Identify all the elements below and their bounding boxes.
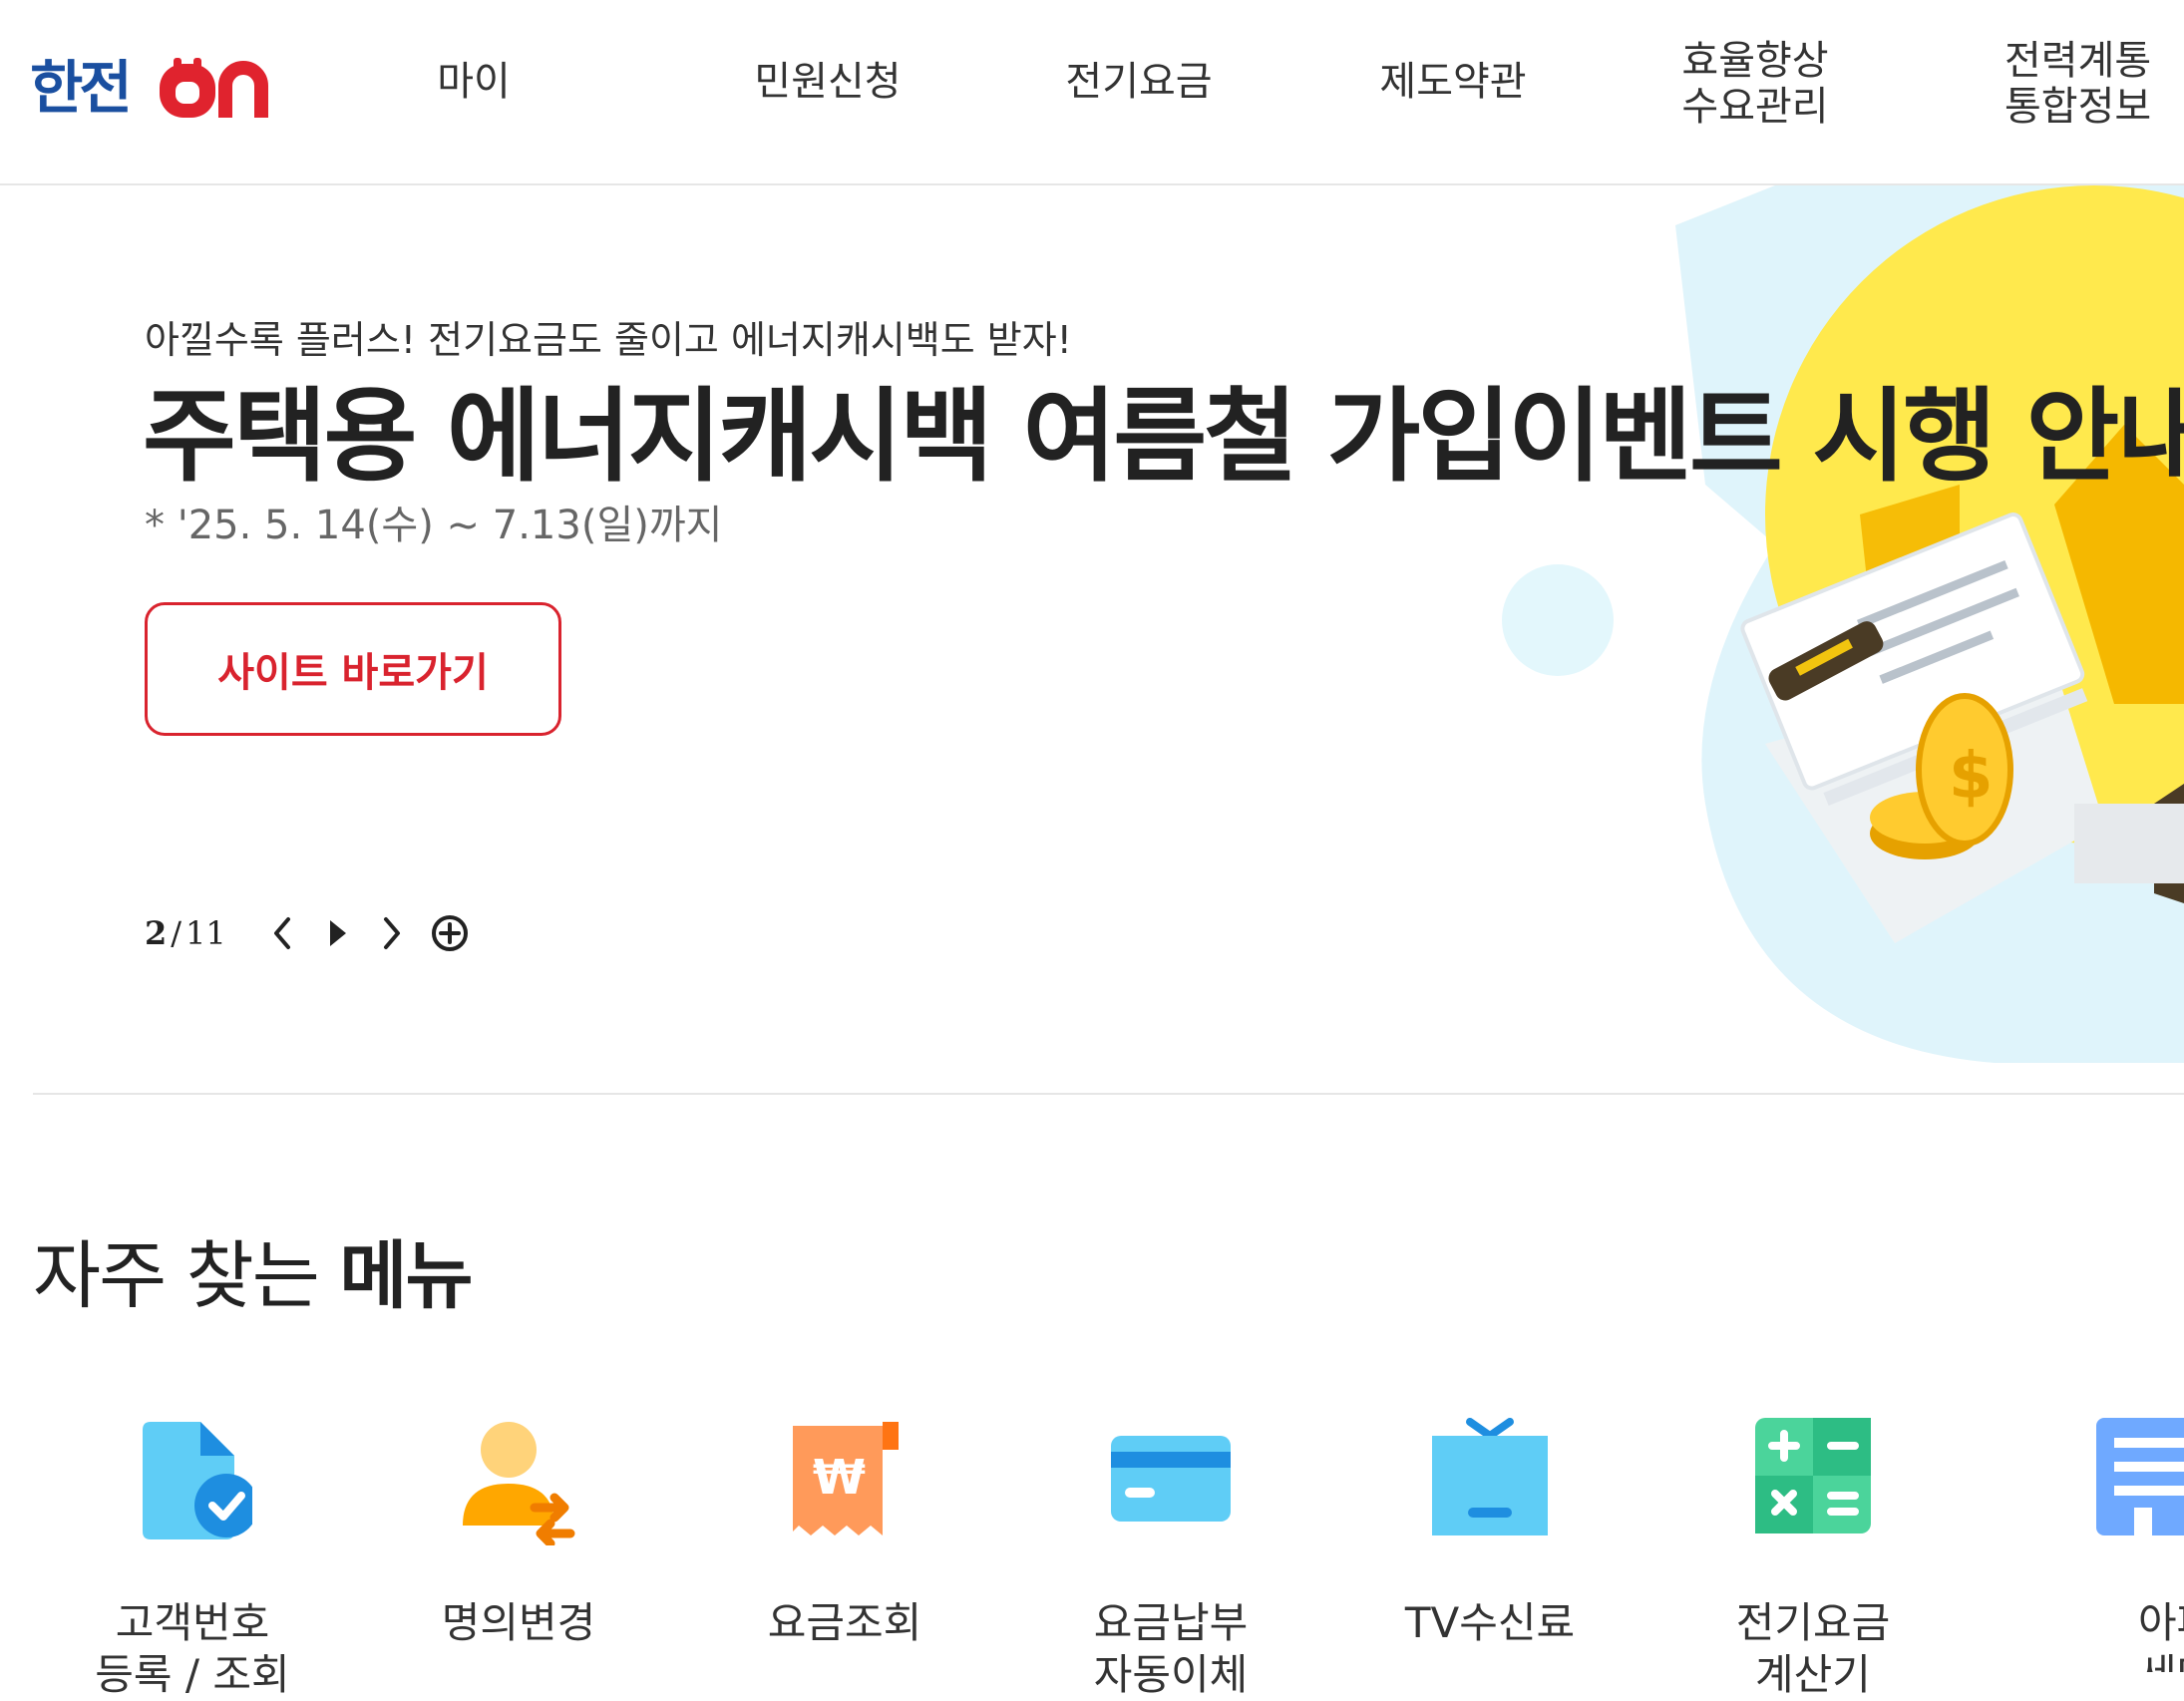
menu-name-change-label: 명의변경	[399, 1597, 638, 1649]
calculator-icon	[1755, 1418, 1871, 1533]
credit-card-icon	[1111, 1436, 1231, 1522]
svg-text:$: $	[1949, 740, 1994, 814]
carousel-current-page: 2	[145, 914, 168, 952]
go-to-site-label: 사이트 바로가기	[217, 650, 489, 696]
frequent-menu-title-plain: 자주 찾는	[33, 1233, 340, 1319]
menu-bill-calculator[interactable]: 전기요금 계산기	[1693, 1416, 1933, 1699]
carousel-next-button[interactable]	[364, 903, 418, 963]
menu-name-change[interactable]: 명의변경	[399, 1416, 638, 1672]
carousel-play-button[interactable]	[310, 903, 364, 963]
hero-carousel: $ 아낄수록 플러스! 전기요금도 줄이고 에너지캐시백도 받자! 주택용 에너…	[0, 185, 2184, 1093]
nav-my-label: 마이	[437, 59, 511, 105]
svg-text:한전: 한전	[30, 54, 129, 122]
nav-civil-service-label: 민원신청	[754, 59, 902, 105]
menu-label-line: 요금조회	[767, 1598, 922, 1647]
menu-auto-payment[interactable]: 요금납부 자동이체	[1051, 1416, 1290, 1699]
nav-policy-terms-label: 제도약관	[1379, 59, 1527, 105]
apartment-icon	[2096, 1418, 2184, 1535]
menu-bill-inquiry[interactable]: ₩ 요금조회	[725, 1416, 964, 1672]
hero-date: * '25. 5. 14(수) ~ 7.13(일)까지	[145, 503, 723, 548]
menu-label-line: 명의변경	[441, 1598, 596, 1647]
nav-my[interactable]: 마이	[414, 58, 534, 106]
carousel-prev-button[interactable]	[256, 903, 310, 963]
menu-apartment[interactable]: 아파트 세대도	[2036, 1416, 2184, 1672]
go-to-site-button[interactable]: 사이트 바로가기	[145, 602, 561, 736]
play-icon	[330, 920, 346, 946]
menu-label-line: 전기요금	[1735, 1598, 1891, 1647]
chevron-right-icon	[384, 917, 400, 949]
menu-label-line: 고객번호	[115, 1598, 270, 1647]
menu-customer-number-label: 고객번호 등록 / 조회	[73, 1597, 312, 1701]
menu-label-line: 아파트	[2138, 1598, 2184, 1647]
section-divider	[33, 1093, 2184, 1095]
menu-bill-calculator-label: 전기요금 계산기	[1693, 1597, 1933, 1701]
nav-efficiency-demand[interactable]: 효율향상 수요관리	[1665, 38, 1845, 130]
nav-efficiency-line2: 수요관리	[1681, 84, 1829, 130]
chevron-left-icon	[274, 917, 290, 949]
nav-policy-terms[interactable]: 제도약관	[1363, 58, 1543, 106]
carousel-total-pages: 11	[185, 914, 226, 952]
menu-label-line: 세대도	[2076, 1649, 2184, 1672]
kepco-on-logo[interactable]: 한전	[30, 52, 285, 122]
nav-grid-info-line1: 전력계통	[2004, 38, 2152, 84]
site-header: 한전 마이 민원신청 전기요금 제도약관 효율향상 수요관리 전력계통 통합정보	[0, 0, 2184, 185]
frequent-menu-title: 자주 찾는 메뉴	[33, 1216, 474, 1323]
carousel-page-indicator: 2 / 11	[145, 903, 226, 963]
won-receipt-icon: ₩	[793, 1422, 899, 1535]
nav-electric-bill-label: 전기요금	[1065, 59, 1213, 105]
menu-apartment-label: 아파트 세대도	[2076, 1597, 2184, 1672]
menu-label-line: 계산기	[1755, 1650, 1871, 1699]
menu-label-line: 등록 / 조회	[95, 1650, 290, 1699]
menu-customer-number[interactable]: 고객번호 등록 / 조회	[73, 1416, 312, 1699]
menu-bill-inquiry-label: 요금조회	[725, 1597, 964, 1649]
hero-title: 주택용 에너지캐시백 여름철 가입이벤트 시행 안내	[143, 378, 2184, 497]
nav-electric-bill[interactable]: 전기요금	[1049, 58, 1229, 106]
nav-grid-info[interactable]: 전력계통 통합정보	[2004, 38, 2184, 130]
logo-graphic: 한전	[30, 54, 268, 122]
document-check-icon	[143, 1422, 252, 1539]
nav-grid-info-line2: 통합정보	[2004, 84, 2152, 130]
menu-label-line: 자동이체	[1093, 1650, 1249, 1699]
menu-label-line: TV수신료	[1404, 1598, 1576, 1647]
energy-cashback-illustration: $	[1502, 185, 2184, 1063]
svg-text:₩: ₩	[813, 1450, 866, 1506]
nav-civil-service[interactable]: 민원신청	[738, 58, 917, 106]
carousel-page-separator: /	[171, 914, 182, 952]
plus-circle-icon	[432, 915, 468, 951]
frequent-menu-title-bold: 메뉴	[339, 1233, 473, 1319]
menu-auto-payment-label: 요금납부 자동이체	[1051, 1597, 1290, 1701]
person-swap-icon	[463, 1422, 575, 1545]
tv-icon	[1432, 1418, 1548, 1535]
menu-tv-fee-label: TV수신료	[1370, 1597, 1610, 1649]
menu-label-line: 요금납부	[1093, 1598, 1249, 1647]
menu-tv-fee[interactable]: TV수신료	[1370, 1416, 1610, 1672]
nav-efficiency-line1: 효율향상	[1681, 38, 1829, 84]
carousel-view-all-button[interactable]	[423, 903, 477, 963]
